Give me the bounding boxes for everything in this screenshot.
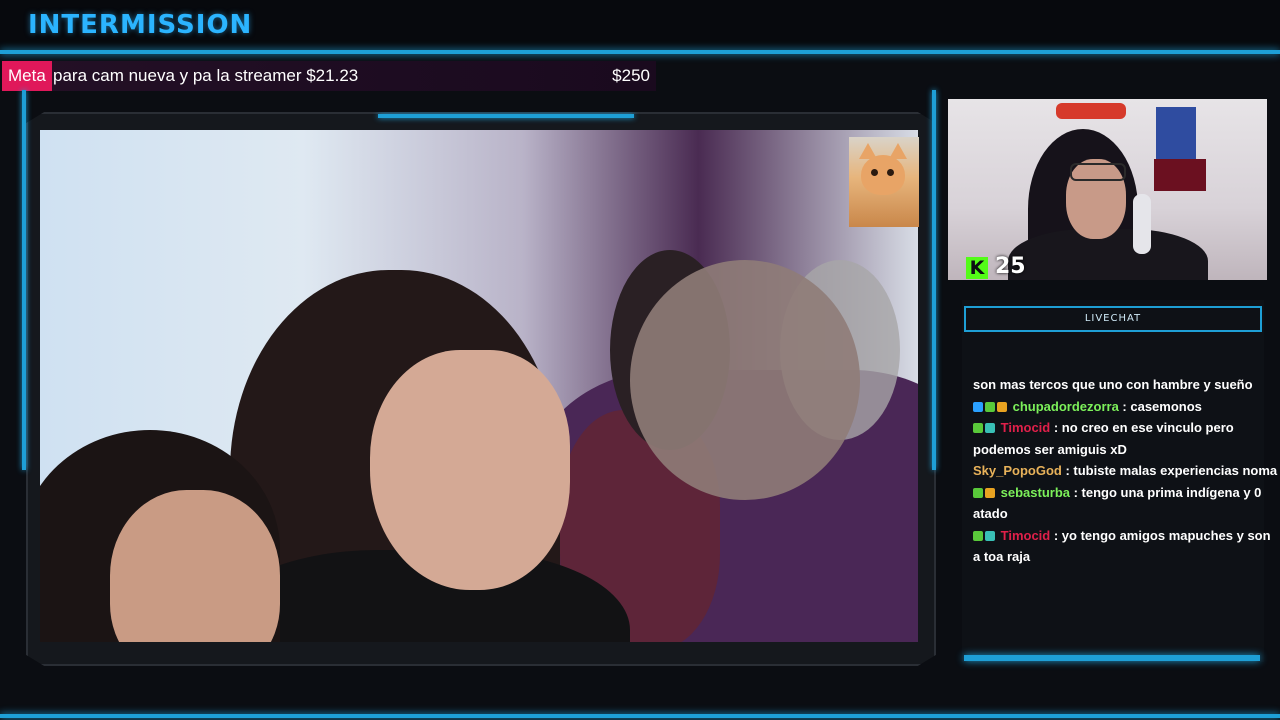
- top-accent-line: [0, 50, 1280, 54]
- top-bar: INTERMISSION: [0, 0, 1280, 52]
- chat-message: son mas tercos que uno con hambre y sueñ…: [973, 374, 1278, 396]
- chat-username[interactable]: chupadordezorra: [1013, 399, 1119, 414]
- person-left-face: [110, 490, 280, 642]
- badge-icon: [985, 423, 995, 433]
- streamer-webcam: [948, 99, 1267, 280]
- streamer-glasses: [1070, 163, 1126, 181]
- badge-icon: [973, 401, 983, 412]
- chat-text: : tubiste malas experiencias noma: [1061, 463, 1278, 478]
- kick-icon: K: [966, 257, 988, 279]
- frame-accent: [378, 114, 634, 118]
- goal-target: $250: [612, 66, 650, 85]
- badge-icon: [973, 487, 983, 498]
- chat-username[interactable]: sebasturba: [1001, 485, 1070, 500]
- cat-eye-right: [887, 169, 894, 176]
- viewer-count: 25: [995, 254, 1026, 279]
- cat-head: [861, 155, 905, 195]
- chat-message: Sky_PopoGod : tubiste malas experiencias…: [973, 460, 1278, 482]
- badge-icon: [997, 401, 1007, 412]
- wall-poster: [1156, 107, 1196, 167]
- chat-message: Timocid : yo tengo amigos mapuches y son…: [973, 525, 1278, 568]
- person-blurred-head: [630, 260, 860, 500]
- chat-message: Timocid : no creo en ese vinculo pero po…: [973, 417, 1278, 460]
- badge-icon: [985, 530, 995, 541]
- chat-username[interactable]: Sky_PopoGod: [973, 463, 1062, 478]
- chat-text: : casemonos: [1118, 398, 1202, 414]
- frame-side-right: [932, 90, 936, 470]
- badge-icon: [985, 487, 995, 498]
- microphone: [1133, 194, 1151, 254]
- chat-bottom-accent: [964, 655, 1260, 661]
- chat-message: sebasturba : tengo una prima indígena y …: [973, 482, 1278, 525]
- streamer-headband: [1056, 103, 1126, 119]
- cat-eye-left: [871, 169, 878, 176]
- chat-text: son mas tercos que uno con hambre y sueñ…: [973, 377, 1253, 392]
- badge-icon: [973, 530, 983, 541]
- cat-overlay-image: [849, 137, 919, 227]
- livechat-title: LIVECHAT: [964, 306, 1262, 332]
- main-video: [40, 130, 918, 642]
- goal-tag: Meta: [2, 61, 52, 91]
- chat-message: chupadordezorra : casemonos: [973, 396, 1278, 418]
- chat-username[interactable]: Timocid: [1001, 528, 1051, 543]
- wall-poster-red: [1154, 159, 1206, 191]
- frame-side-left: [22, 90, 26, 470]
- bottom-accent-line: [0, 714, 1280, 718]
- donation-goal-bar: para cam nueva y pa la streamer $21.23 M…: [2, 61, 656, 91]
- goal-description: para cam nueva y pa la streamer $21.23: [53, 66, 359, 85]
- chat-username[interactable]: Timocid: [1001, 420, 1051, 435]
- badge-icon: [973, 423, 983, 433]
- person-center-face: [370, 350, 570, 590]
- badge-icon: [985, 401, 995, 412]
- page-title: INTERMISSION: [28, 10, 253, 40]
- chat-messages: son mas tercos que uno con hambre y sueñ…: [973, 374, 1278, 568]
